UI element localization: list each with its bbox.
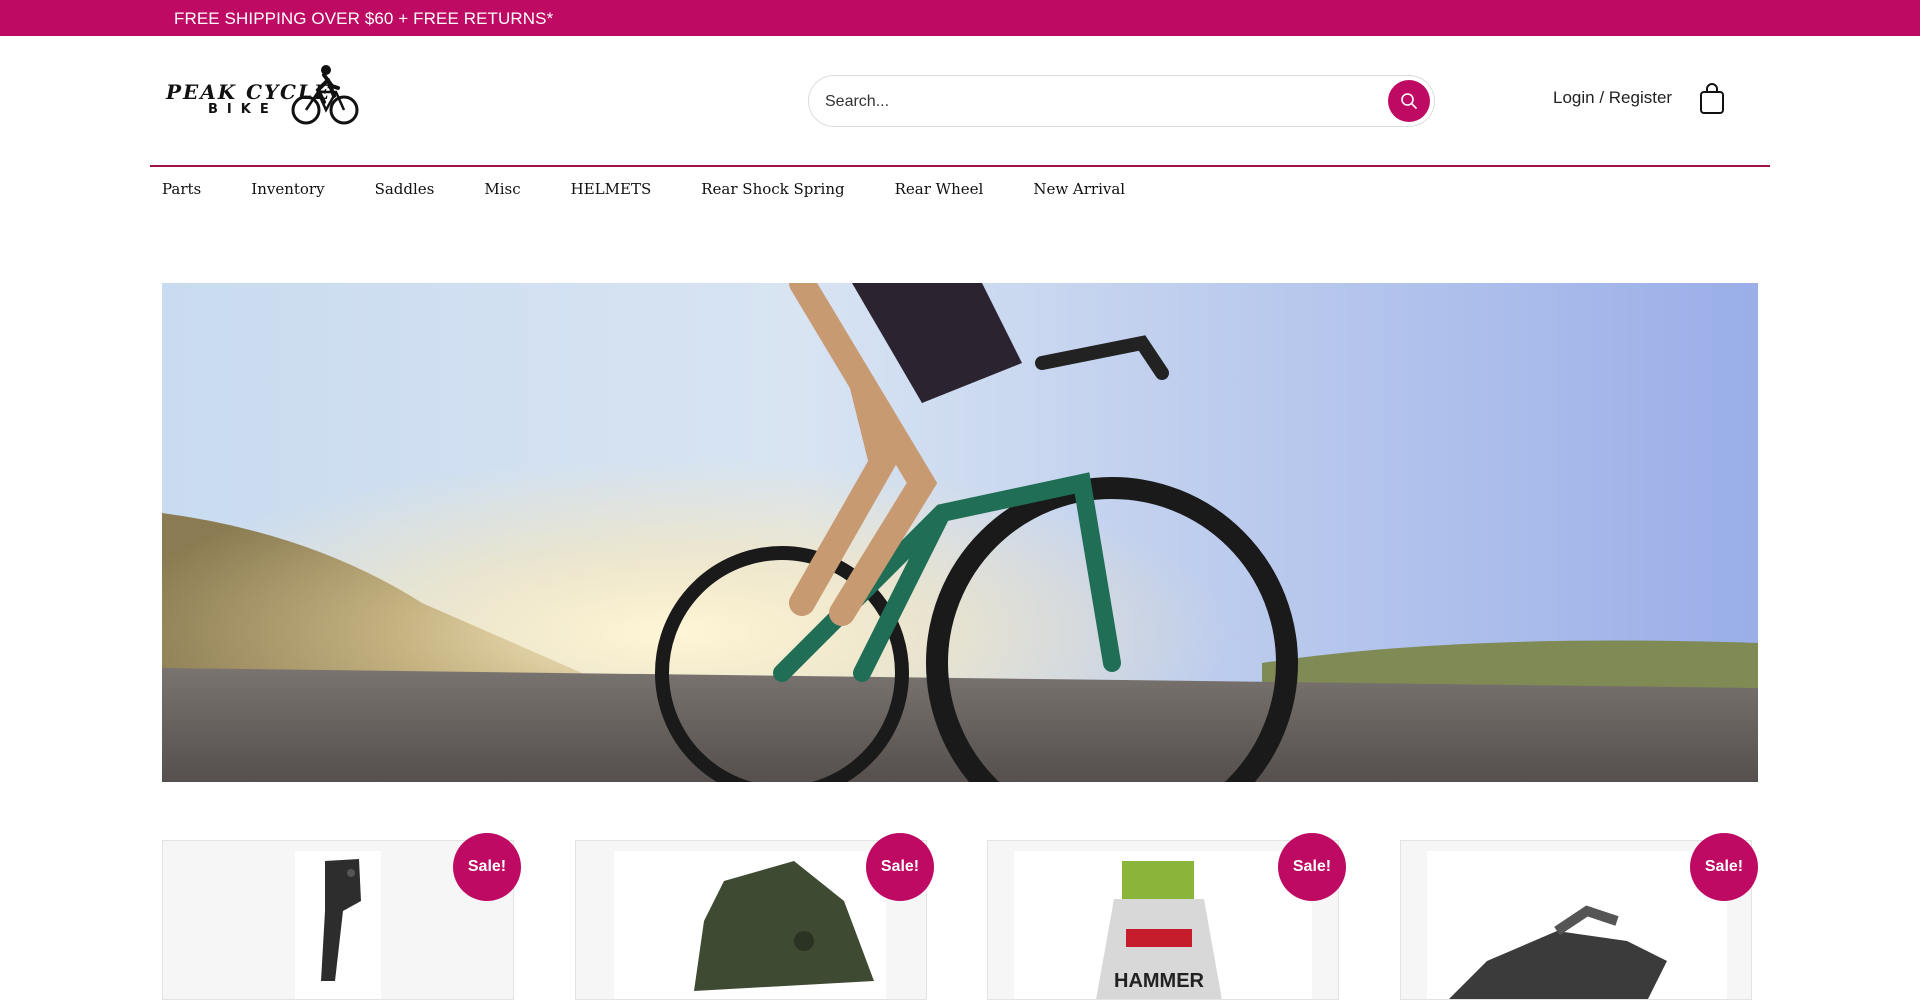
cyclist-icon <box>291 65 359 125</box>
main-nav: Parts Inventory Saddles Misc HELMETS Rea… <box>162 180 1175 198</box>
nav-item-helmets[interactable]: HELMETS <box>571 180 652 198</box>
search-input[interactable] <box>825 90 1365 114</box>
logo-line2: BIKE <box>208 102 278 117</box>
product-image <box>614 851 886 999</box>
product-image <box>1427 851 1727 999</box>
announcement-text: FREE SHIPPING OVER $60 + FREE RETURNS* <box>174 9 554 28</box>
login-register-link[interactable]: Login / Register <box>1553 88 1672 108</box>
nav-item-misc[interactable]: Misc <box>484 180 520 198</box>
nav-item-rear-shock-spring[interactable]: Rear Shock Spring <box>701 180 844 198</box>
nav-item-rear-wheel[interactable]: Rear Wheel <box>895 180 984 198</box>
hero-banner[interactable] <box>162 283 1758 782</box>
site-logo[interactable]: PEAK CYCLE BIKE <box>164 62 360 132</box>
nav-item-inventory[interactable]: Inventory <box>251 180 324 198</box>
nav-item-saddles[interactable]: Saddles <box>375 180 435 198</box>
search-bar <box>808 75 1435 127</box>
cart-button[interactable] <box>1696 82 1728 116</box>
sale-badge: Sale! <box>1278 833 1346 901</box>
search-icon <box>1401 93 1417 109</box>
sale-badge: Sale! <box>866 833 934 901</box>
sale-badge: Sale! <box>453 833 521 901</box>
shopping-bag-icon <box>1700 83 1724 114</box>
search-button[interactable] <box>1388 80 1430 122</box>
nav-item-parts[interactable]: Parts <box>162 180 201 198</box>
svg-text:HAMMER: HAMMER <box>1114 970 1205 992</box>
sale-badge: Sale! <box>1690 833 1758 901</box>
product-image <box>295 851 381 999</box>
announcement-bar: FREE SHIPPING OVER $60 + FREE RETURNS* <box>0 0 1920 36</box>
hero-cyclist-image <box>162 283 1758 782</box>
nav-item-new-arrival[interactable]: New Arrival <box>1033 180 1125 198</box>
nav-divider <box>150 165 1770 167</box>
product-image: HAMMER <box>1014 851 1312 999</box>
